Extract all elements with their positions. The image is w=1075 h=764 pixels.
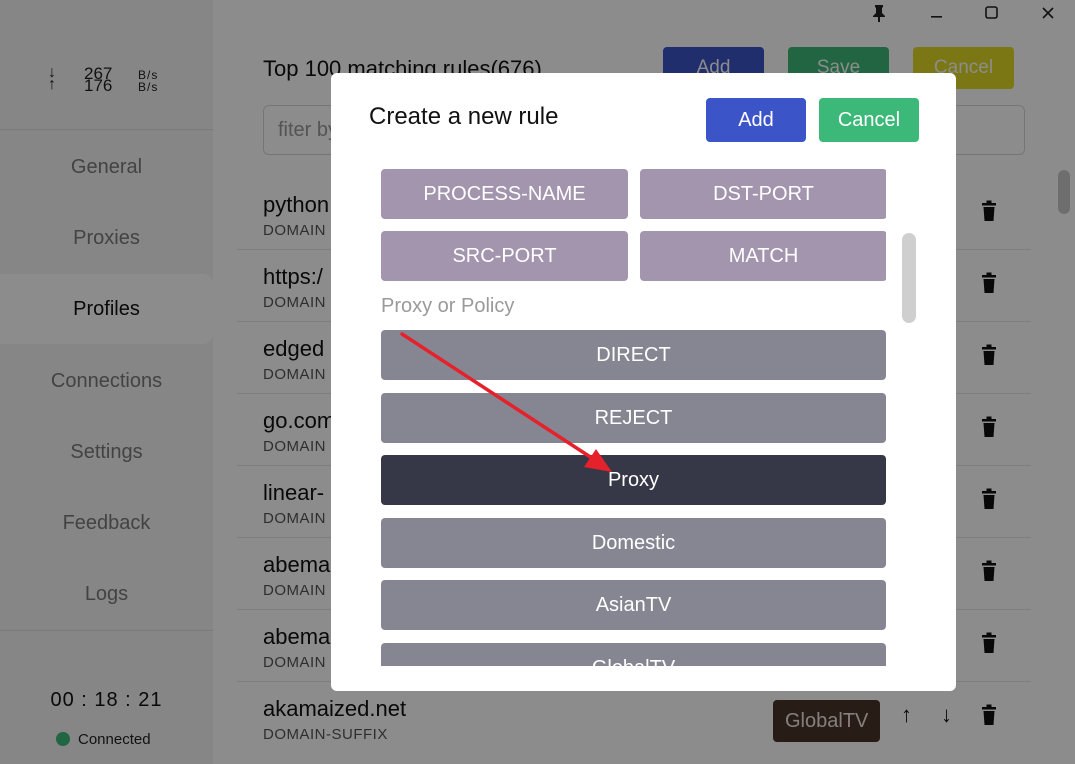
- dialog-cancel-button[interactable]: Cancel: [819, 98, 919, 142]
- rule-type-match[interactable]: MATCH: [640, 231, 886, 281]
- rule-type-dst-port[interactable]: DST-PORT: [640, 169, 886, 219]
- policy-option-proxy[interactable]: Proxy: [381, 455, 886, 505]
- dialog-options: PROCESS-NAME DST-PORT SRC-PORT MATCH Pro…: [381, 169, 886, 666]
- dialog-title: Create a new rule: [369, 103, 559, 130]
- create-rule-dialog: Create a new rule Add Cancel PROCESS-NAM…: [331, 73, 956, 691]
- dialog-add-button[interactable]: Add: [706, 98, 806, 142]
- policy-option-asiantv[interactable]: AsianTV: [381, 580, 886, 630]
- dialog-scrollbar[interactable]: [902, 233, 916, 323]
- rule-type-process-name[interactable]: PROCESS-NAME: [381, 169, 628, 219]
- rule-type-src-port[interactable]: SRC-PORT: [381, 231, 628, 281]
- policy-section-label: Proxy or Policy: [381, 295, 515, 317]
- policy-option-globaltv[interactable]: GlobalTV: [381, 643, 886, 666]
- policy-option-reject[interactable]: REJECT: [381, 393, 886, 443]
- policy-option-domestic[interactable]: Domestic: [381, 518, 886, 568]
- policy-option-direct[interactable]: DIRECT: [381, 330, 886, 380]
